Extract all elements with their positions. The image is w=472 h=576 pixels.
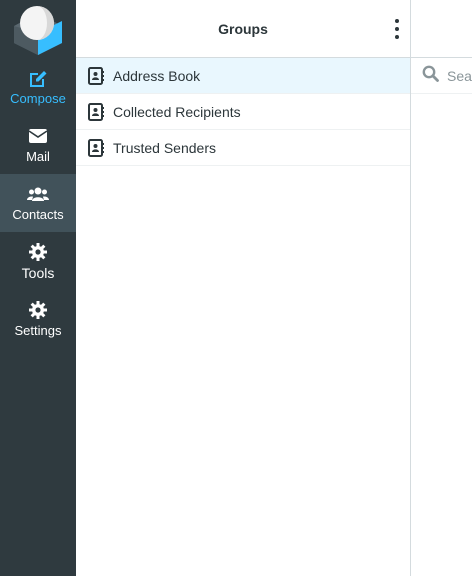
nav-settings-label: Settings [14,323,62,338]
nav-tools[interactable]: Tools [0,232,76,290]
groups-title: Groups [218,20,268,37]
menu-dot-icon [395,35,399,39]
search-icon[interactable] [422,65,439,87]
envelope-icon [28,126,48,146]
group-label: Collected Recipients [113,103,241,120]
nav-contacts[interactable]: Contacts [0,174,76,232]
nav-contacts-label: Contacts [12,207,64,222]
gear-icon [29,300,47,320]
address-book-icon [88,138,104,157]
compose-icon [28,68,48,88]
menu-dot-icon [395,19,399,23]
search-bar [411,58,472,94]
contacts-header [411,0,472,58]
contacts-app: Compose Mail Contacts Tools Settings Gro… [0,0,472,576]
group-list: Address Book Collected Recipients Truste… [76,58,410,166]
nav-mail-label: Mail [26,149,50,164]
nav-tools-label: Tools [21,264,55,281]
main-nav: Compose Mail Contacts Tools Settings [0,0,76,576]
group-item-collected-recipients[interactable]: Collected Recipients [76,94,410,130]
group-label: Trusted Senders [113,139,216,156]
search-input[interactable] [447,67,472,84]
group-item-trusted-senders[interactable]: Trusted Senders [76,130,410,166]
users-icon [27,184,49,204]
app-logo[interactable] [0,0,76,58]
nav-compose-label: Compose [10,91,66,106]
address-book-icon [88,102,104,121]
gear-icon [29,242,47,262]
menu-dot-icon [395,27,399,31]
logo-icon [14,6,62,55]
nav-compose[interactable]: Compose [0,58,76,116]
group-item-address-book[interactable]: Address Book [76,58,410,94]
nav-settings[interactable]: Settings [0,290,76,348]
groups-header: Groups [76,0,410,58]
groups-panel: Groups Address Book Collected Recipients… [76,0,411,576]
nav-mail[interactable]: Mail [0,116,76,174]
contacts-list-panel [411,0,472,576]
groups-menu-button[interactable] [392,19,402,39]
address-book-icon [88,66,104,85]
group-label: Address Book [113,67,201,84]
